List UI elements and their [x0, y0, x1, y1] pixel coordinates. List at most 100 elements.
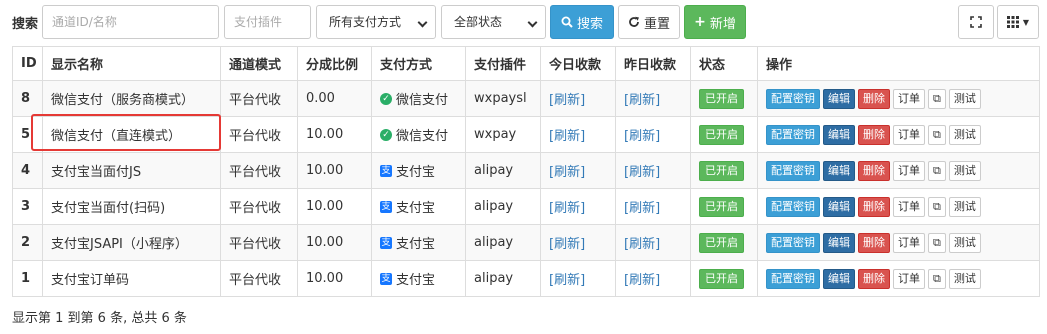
grid-icon [1006, 16, 1019, 28]
header-name[interactable]: 显示名称 [42, 46, 221, 81]
header-ratio[interactable]: 分成比例 [297, 46, 372, 81]
orders-button[interactable]: 订单 [893, 196, 925, 217]
pagination-summary: 显示第 1 到第 6 条, 总共 6 条 [12, 311, 187, 326]
test-button[interactable]: 测试 [948, 232, 981, 253]
delete-button[interactable]: 删除 [858, 232, 890, 253]
wechat-icon: ✓ [380, 128, 392, 141]
header-actions[interactable]: 操作 [757, 46, 1040, 81]
config-key-button[interactable]: 配置密钥 [766, 196, 820, 217]
cell-id: 3 [12, 188, 43, 225]
test-button[interactable]: 测试 [948, 124, 981, 145]
refresh-today-link[interactable]: [刷新] [549, 165, 585, 180]
cell-yesterday: [刷新] [615, 116, 691, 153]
cell-status: 已开启 [690, 260, 758, 297]
edit-button[interactable]: 编辑 [823, 124, 855, 145]
orders-button[interactable]: 订单 [893, 268, 925, 289]
cell-ratio: 10.00 [297, 116, 372, 153]
cell-mode: 平台代收 [220, 152, 298, 189]
header-today[interactable]: 今日收款 [540, 46, 616, 81]
copy-button[interactable]: ⧉ [928, 268, 946, 289]
reset-button[interactable]: 重置 [618, 5, 680, 39]
header-plugin[interactable]: 支付插件 [465, 46, 541, 81]
orders-button[interactable]: 订单 [893, 160, 925, 181]
status-badge[interactable]: 已开启 [699, 88, 744, 109]
columns-toggle-button[interactable]: ▼ [997, 5, 1039, 39]
header-id[interactable]: ID [12, 46, 43, 81]
copy-button[interactable]: ⧉ [928, 232, 946, 253]
status-badge[interactable]: 已开启 [699, 232, 744, 253]
edit-button[interactable]: 编辑 [823, 160, 855, 181]
copy-button[interactable]: ⧉ [928, 124, 946, 145]
chevron-down-icon [417, 17, 428, 28]
header-yesterday[interactable]: 昨日收款 [615, 46, 691, 81]
refresh-today-link[interactable]: [刷新] [549, 237, 585, 252]
cell-name: 微信支付（服务商模式） [42, 80, 221, 117]
copy-button[interactable]: ⧉ [928, 88, 946, 109]
test-button[interactable]: 测试 [948, 88, 981, 109]
caret-down-icon: ▼ [1022, 17, 1030, 27]
edit-button[interactable]: 编辑 [823, 232, 855, 253]
status-badge[interactable]: 已开启 [699, 124, 744, 145]
edit-button[interactable]: 编辑 [823, 268, 855, 289]
copy-icon: ⧉ [933, 271, 941, 285]
refresh-yesterday-link[interactable]: [刷新] [624, 201, 660, 216]
config-key-button[interactable]: 配置密钥 [766, 160, 820, 181]
channel-table: ID 显示名称 通道模式 分成比例 支付方式 支付插件 今日收款 昨日收款 状态… [12, 46, 1040, 297]
method-label: 微信支付 [396, 129, 449, 144]
status-badge[interactable]: 已开启 [699, 196, 744, 217]
status-badge[interactable]: 已开启 [699, 268, 744, 289]
plugin-search-input[interactable] [224, 5, 311, 39]
edit-button[interactable]: 编辑 [823, 88, 855, 109]
refresh-today-link[interactable]: [刷新] [549, 129, 585, 144]
orders-button[interactable]: 订单 [893, 88, 925, 109]
refresh-yesterday-link[interactable]: [刷新] [624, 237, 660, 252]
refresh-today-link[interactable]: [刷新] [549, 201, 585, 216]
header-mode[interactable]: 通道模式 [220, 46, 298, 81]
cell-today: [刷新] [540, 152, 616, 189]
config-key-button[interactable]: 配置密钥 [766, 124, 820, 145]
config-key-button[interactable]: 配置密钥 [766, 88, 820, 109]
orders-button[interactable]: 订单 [893, 232, 925, 253]
status-badge[interactable]: 已开启 [699, 160, 744, 181]
test-button[interactable]: 测试 [948, 196, 981, 217]
fullscreen-button[interactable] [958, 5, 994, 39]
copy-icon: ⧉ [933, 163, 941, 177]
delete-button[interactable]: 删除 [858, 160, 890, 181]
pay-method-select-value: 所有支付方式 [329, 15, 402, 29]
cell-mode: 平台代收 [220, 116, 298, 153]
config-key-button[interactable]: 配置密钥 [766, 268, 820, 289]
delete-button[interactable]: 删除 [858, 88, 890, 109]
search-button[interactable]: 搜索 [550, 5, 614, 39]
cell-id: 5 [12, 116, 43, 153]
pay-method-select[interactable]: 所有支付方式 [316, 5, 436, 39]
table-row: 3 支付宝当面付(扫码) 平台代收 10.00 支支付宝 alipay [刷新] [刷新] 已开… [12, 188, 1040, 225]
add-button[interactable]: + 新增 [684, 5, 746, 39]
orders-button[interactable]: 订单 [893, 124, 925, 145]
edit-button[interactable]: 编辑 [823, 196, 855, 217]
refresh-yesterday-link[interactable]: [刷新] [624, 93, 660, 108]
refresh-today-link[interactable]: [刷新] [549, 273, 585, 288]
cell-id: 2 [12, 224, 43, 261]
refresh-yesterday-link[interactable]: [刷新] [624, 129, 660, 144]
status-select[interactable]: 全部状态 [441, 5, 546, 39]
cell-today: [刷新] [540, 224, 616, 261]
delete-button[interactable]: 删除 [858, 268, 890, 289]
refresh-yesterday-link[interactable]: [刷新] [624, 273, 660, 288]
delete-button[interactable]: 删除 [858, 196, 890, 217]
channel-search-input[interactable] [42, 5, 219, 39]
copy-button[interactable]: ⧉ [928, 160, 946, 181]
header-method[interactable]: 支付方式 [371, 46, 466, 81]
header-status[interactable]: 状态 [690, 46, 758, 81]
test-button[interactable]: 测试 [948, 160, 981, 181]
refresh-today-link[interactable]: [刷新] [549, 93, 585, 108]
test-button[interactable]: 测试 [948, 268, 981, 289]
refresh-icon [629, 16, 639, 27]
cell-today: [刷新] [540, 188, 616, 225]
config-key-button[interactable]: 配置密钥 [766, 232, 820, 253]
copy-icon: ⧉ [933, 235, 941, 249]
delete-button[interactable]: 删除 [858, 124, 890, 145]
cell-actions: 配置密钥 编辑 删除 订单 ⧉ 测试 [757, 116, 1040, 153]
copy-button[interactable]: ⧉ [928, 196, 946, 217]
search-toolbar: 搜索 所有支付方式 全部状态 搜索 重置 + 新增 [12, 5, 1039, 39]
refresh-yesterday-link[interactable]: [刷新] [624, 165, 660, 180]
